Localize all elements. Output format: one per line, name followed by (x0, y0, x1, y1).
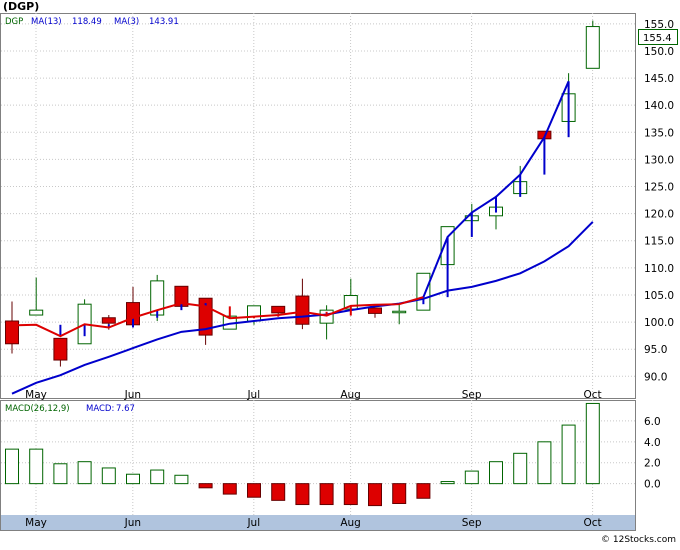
price-tick-label: 135.0 (644, 127, 674, 139)
macd-bar (440, 481, 455, 485)
price-tick-label: 110.0 (644, 263, 674, 275)
candle-body (29, 309, 44, 316)
macd-bar (392, 483, 407, 504)
month-label: May (25, 389, 47, 401)
price-tick-label: 120.0 (644, 209, 674, 221)
macd-label: MACD: (86, 404, 114, 414)
macd-tick-label: 0.0 (644, 479, 661, 491)
price-tick-label: 140.0 (644, 100, 674, 112)
month-label: Jun (124, 517, 141, 529)
copyright-text: © 12Stocks.com (601, 535, 676, 545)
month-label: Aug (340, 389, 361, 401)
month-label: Oct (584, 517, 602, 529)
macd-value: 7.67 (116, 404, 135, 414)
price-tick-label: 115.0 (644, 236, 674, 248)
macd-tick-label: 6.0 (644, 416, 661, 428)
price-tick-label: 105.0 (644, 290, 674, 302)
legend-ma13-value: 118.49 (72, 17, 102, 27)
macd-bar (489, 461, 503, 485)
macd-axis-ticks: 0.0 2.0 4.0 6.0 (644, 416, 661, 491)
macd-bar (5, 448, 19, 485)
legend-ma3-label: MA(3) (114, 17, 139, 27)
macd-bar (343, 483, 358, 506)
macd-bar (150, 469, 165, 485)
candle-body (368, 307, 382, 314)
macd-bar (174, 474, 189, 485)
price-tick-label: 150.0 (644, 46, 674, 58)
macd-tick-label: 2.0 (644, 458, 661, 470)
macd-bar (53, 463, 68, 485)
legend-symbol: DGP (5, 17, 23, 27)
macd-bar (271, 483, 286, 501)
macd-bar (295, 483, 310, 506)
macd-bar (416, 483, 431, 499)
macd-bar (222, 483, 237, 495)
candle-body (392, 310, 407, 314)
month-label: Jun (124, 389, 141, 401)
price-panel-frame (0, 13, 636, 399)
price-tick-label: 90.0 (644, 371, 667, 383)
month-label: Aug (340, 517, 361, 529)
price-axis-ticks: 90.0 95.0 100.0 105.0 110.0 115.0 120.0 125.0 13… (644, 19, 674, 383)
macd-bar (247, 483, 261, 498)
month-label: Oct (584, 389, 602, 401)
chart-panel: 90.0 95.0 100.0 105.0 110.0 115.0 120.0 125.0 13… (0, 0, 680, 546)
price-tick-label: 130.0 (644, 154, 674, 166)
legend-ma3-value: 143.91 (149, 17, 179, 27)
month-label: Sep (462, 517, 482, 529)
month-label: Jul (246, 517, 260, 529)
macd-bar (513, 452, 528, 485)
price-tick-label: 125.0 (644, 182, 674, 194)
candle-body (416, 272, 431, 311)
last-price-label: 155.4 (643, 33, 672, 44)
price-tick-label: 100.0 (644, 317, 674, 329)
candle-body (585, 26, 600, 69)
month-axis-band (1, 515, 635, 530)
chart-title: (DGP) (3, 0, 39, 13)
candle-body (247, 305, 261, 322)
chart-svg: 90.0 95.0 100.0 105.0 110.0 115.0 120.0 125.0 13… (0, 0, 678, 545)
macd-bar (561, 424, 576, 485)
macd-bar (101, 467, 116, 485)
macd-bar (29, 448, 44, 485)
candle-body (295, 295, 310, 325)
price-tick-label: 95.0 (644, 344, 667, 356)
price-legend: DGP MA(13) 118.49 MA(3) 143.91 (5, 17, 179, 27)
macd-bar (537, 441, 552, 485)
macd-bar (464, 470, 479, 485)
month-label: Jul (246, 389, 260, 401)
month-label: May (25, 517, 47, 529)
candle-body (101, 317, 116, 324)
price-tick-label: 145.0 (644, 73, 674, 85)
macd-bar (585, 402, 600, 485)
month-label: Sep (462, 389, 482, 401)
macd-bar (77, 461, 92, 485)
macd-bar (368, 483, 382, 507)
macd-tick-label: 4.0 (644, 437, 661, 449)
macd-params: MACD(26,12,9) (5, 404, 70, 414)
candle-body (53, 337, 68, 361)
candle-body (271, 305, 286, 314)
legend-ma13-label: MA(13) (31, 17, 62, 27)
macd-bar (126, 473, 140, 485)
macd-bar (198, 483, 213, 489)
macd-bar (319, 483, 334, 506)
